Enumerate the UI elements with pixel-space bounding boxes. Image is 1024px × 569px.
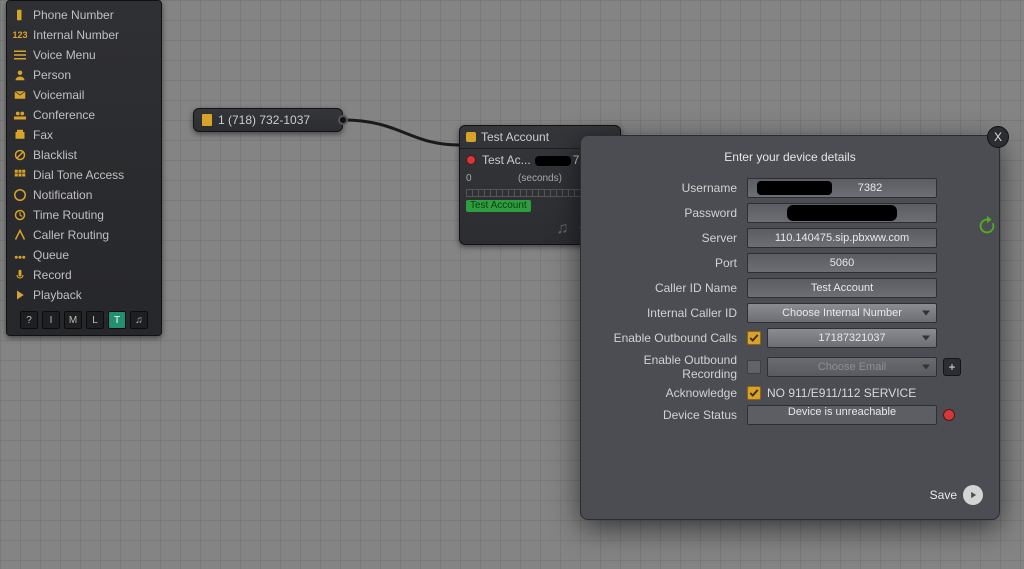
- device-icon: [466, 132, 476, 142]
- tool-label: Notification: [33, 188, 92, 202]
- label-ack: Acknowledge: [597, 386, 747, 400]
- tool-voicemail[interactable]: Voicemail: [7, 85, 161, 105]
- person-icon: [13, 68, 27, 82]
- tool-record[interactable]: Record: [7, 265, 161, 285]
- fax-icon: [13, 128, 27, 142]
- tool-label: Conference: [33, 108, 95, 122]
- dial-icon: [13, 168, 27, 182]
- chevron-down-icon: [922, 311, 930, 316]
- play-icon: [13, 288, 27, 302]
- device-node-title: Test Account: [481, 130, 549, 144]
- tool-conference[interactable]: Conference: [7, 105, 161, 125]
- label-status: Device Status: [597, 408, 747, 422]
- chevron-down-icon: [922, 365, 930, 370]
- recording-email-select[interactable]: Choose Email: [767, 357, 937, 377]
- dialog-title: Enter your device details: [597, 150, 983, 164]
- label-recording: Enable Outbound Recording: [597, 353, 747, 381]
- save-label: Save: [930, 488, 957, 502]
- close-icon[interactable]: X: [987, 126, 1009, 148]
- label-server: Server: [597, 231, 747, 245]
- footer-i[interactable]: I: [42, 311, 60, 329]
- queue-icon: [13, 248, 27, 262]
- tool-dial-tone[interactable]: Dial Tone Access: [7, 165, 161, 185]
- device-status-field: Device is unreachable: [747, 405, 937, 425]
- label-cid: Caller ID Name: [597, 281, 747, 295]
- timeline-bar[interactable]: Test Account: [466, 200, 531, 212]
- server-input[interactable]: [747, 228, 937, 248]
- tool-label: Time Routing: [33, 208, 104, 222]
- toolbox-footer: ? I M L T ♫: [7, 311, 161, 329]
- tool-caller-routing[interactable]: Caller Routing: [7, 225, 161, 245]
- tool-label: Internal Number: [33, 28, 119, 42]
- tool-fax[interactable]: Fax: [7, 125, 161, 145]
- route-icon: [13, 228, 27, 242]
- tool-person[interactable]: Person: [7, 65, 161, 85]
- caller-id-input[interactable]: [747, 278, 937, 298]
- tool-label: Phone Number: [33, 8, 114, 22]
- tool-blacklist[interactable]: Blacklist: [7, 145, 161, 165]
- mail-icon: [13, 88, 27, 102]
- port-input[interactable]: [747, 253, 937, 273]
- scale-start: 0: [466, 173, 472, 184]
- clock-icon: [13, 208, 27, 222]
- recording-checkbox[interactable]: [747, 360, 761, 374]
- label-password: Password: [597, 206, 747, 220]
- menu-icon: [13, 48, 27, 62]
- tool-label: Voicemail: [33, 88, 84, 102]
- tool-time-routing[interactable]: Time Routing: [7, 205, 161, 225]
- tool-label: Fax: [33, 128, 53, 142]
- internal-caller-select[interactable]: Choose Internal Number: [747, 303, 937, 323]
- tool-label: Caller Routing: [33, 228, 109, 242]
- device-settings-dialog: X Enter your device details Username Pas…: [580, 135, 1000, 520]
- outbound-number-select[interactable]: 17187321037: [767, 328, 937, 348]
- tool-queue[interactable]: Queue: [7, 245, 161, 265]
- status-dot-icon: [466, 155, 476, 165]
- tool-phone-number[interactable]: Phone Number: [7, 5, 161, 25]
- acknowledge-checkbox[interactable]: [747, 386, 761, 400]
- tool-label: Record: [33, 268, 72, 282]
- footer-music[interactable]: ♫: [130, 311, 148, 329]
- add-email-button[interactable]: +: [943, 358, 961, 376]
- group-icon: [13, 108, 27, 122]
- footer-l[interactable]: L: [86, 311, 104, 329]
- label-username: Username: [597, 181, 747, 195]
- footer-t[interactable]: T: [108, 311, 126, 329]
- numpad-icon: 123: [13, 28, 27, 42]
- scale-mid: (seconds): [518, 173, 562, 184]
- device-row-label: Test Ac...: [482, 153, 531, 167]
- phone-number-node[interactable]: 1 (718) 732-1037: [193, 108, 343, 132]
- music-icon[interactable]: ♫: [556, 220, 568, 240]
- footer-help[interactable]: ?: [20, 311, 38, 329]
- toolbox-panel: Phone Number 123 Internal Number Voice Me…: [6, 0, 162, 336]
- output-port[interactable]: [338, 115, 348, 125]
- acknowledge-text: NO 911/E911/112 SERVICE: [767, 386, 916, 400]
- tool-label: Dial Tone Access: [33, 168, 124, 182]
- tool-internal-number[interactable]: 123 Internal Number: [7, 25, 161, 45]
- tool-voice-menu[interactable]: Voice Menu: [7, 45, 161, 65]
- play-icon: [963, 485, 983, 505]
- save-button[interactable]: Save: [930, 485, 983, 505]
- tool-playback[interactable]: Playback: [7, 285, 161, 305]
- tool-label: Blacklist: [33, 148, 77, 162]
- tool-label: Voice Menu: [33, 48, 96, 62]
- bell-icon: [13, 188, 27, 202]
- phone-node-label: 1 (718) 732-1037: [218, 113, 310, 127]
- label-outbound: Enable Outbound Calls: [597, 331, 747, 345]
- ban-icon: [13, 148, 27, 162]
- phone-icon: [202, 114, 212, 126]
- tool-notification[interactable]: Notification: [7, 185, 161, 205]
- tool-label: Queue: [33, 248, 69, 262]
- status-indicator-icon: [943, 409, 955, 421]
- tool-label: Playback: [33, 288, 82, 302]
- phone-icon: [13, 8, 27, 22]
- label-internal: Internal Caller ID: [597, 306, 747, 320]
- label-port: Port: [597, 256, 747, 270]
- footer-m[interactable]: M: [64, 311, 82, 329]
- outbound-checkbox[interactable]: [747, 331, 761, 345]
- chevron-down-icon: [922, 336, 930, 341]
- mic-icon: [13, 268, 27, 282]
- tool-label: Person: [33, 68, 71, 82]
